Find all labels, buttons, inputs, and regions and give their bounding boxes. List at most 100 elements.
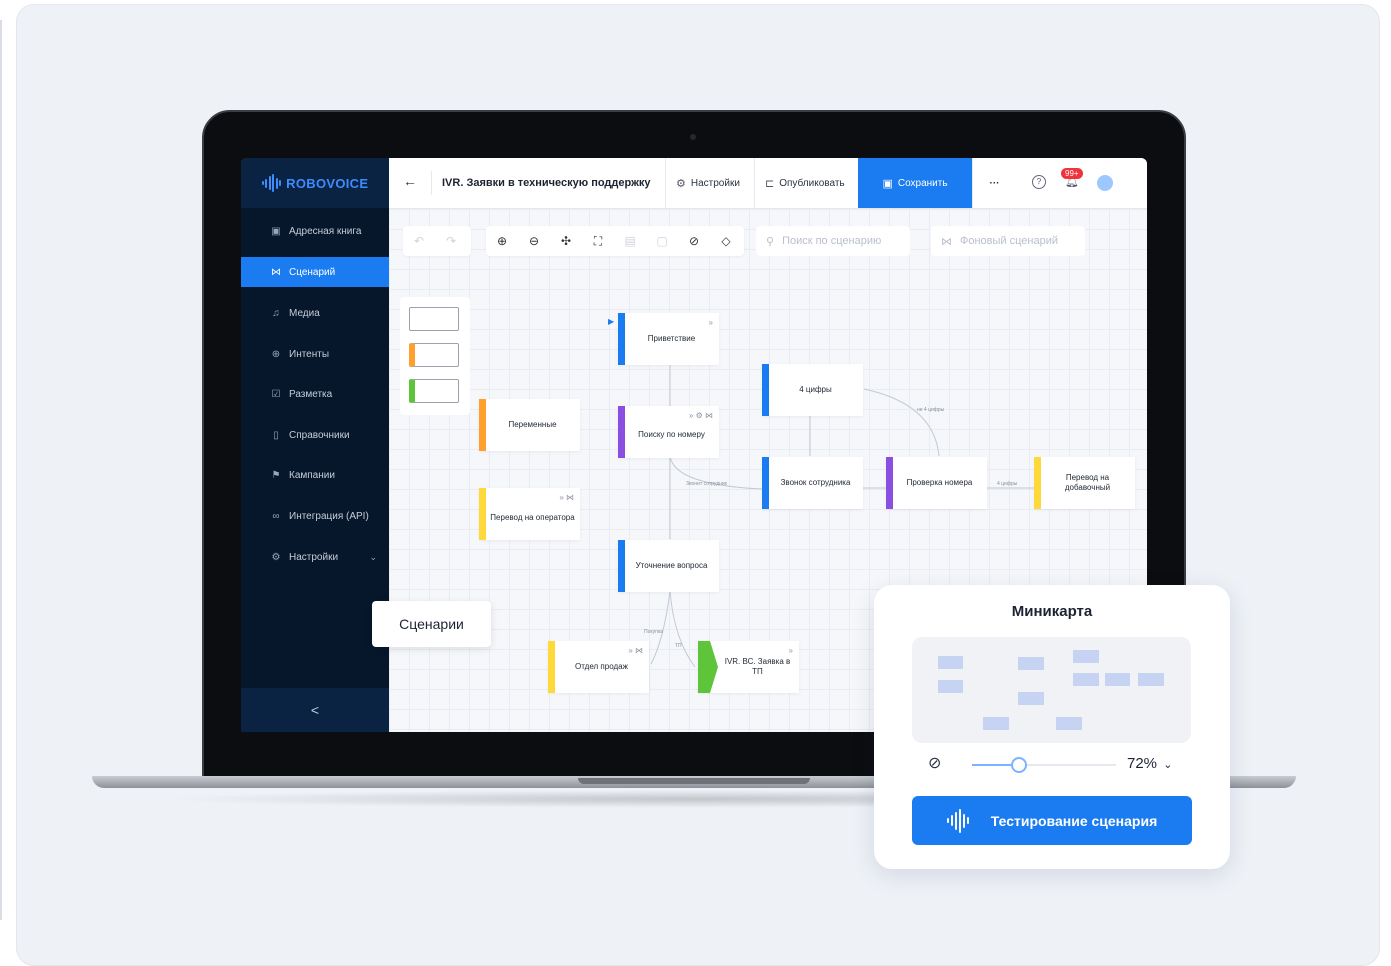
edge-label-call-employee: Звонит сотрудник <box>686 481 727 487</box>
test-scenario-label: Тестирование сценария <box>990 812 1158 829</box>
node-color-bar <box>618 406 625 458</box>
node-label: Перевод на оператора <box>490 513 575 522</box>
node-4-digits[interactable]: 4 цифры <box>762 364 863 416</box>
node-color-bar <box>618 540 625 592</box>
node-transfer-operator[interactable]: » ⋈ Перевод на оператора <box>479 488 580 540</box>
chevron-down-icon: ⌄ <box>1163 759 1173 771</box>
node-search-by-number[interactable]: » ⚙ ⋈ Поиску по номеру <box>618 406 719 458</box>
sidebar-item-label: Медиа <box>289 307 320 319</box>
node-number-check[interactable]: Проверка номера <box>886 457 987 509</box>
more-icon: ··· <box>989 177 1000 189</box>
sidebar-item-label: Интеграция (API) <box>289 510 369 522</box>
sidebar-item-markup[interactable]: ☑ Разметка <box>241 379 389 409</box>
sidebar-item-media[interactable]: ♫ Медиа <box>241 298 389 328</box>
page-edge-line <box>0 20 2 920</box>
node-actions-icon[interactable]: » ⋈ <box>559 493 574 503</box>
sidebar-item-campaigns[interactable]: ⚑ Кампании <box>241 460 389 490</box>
logo-text: ROBOVOICE <box>286 175 369 191</box>
node-variables[interactable]: Переменные <box>479 399 580 451</box>
node-actions-icon[interactable]: » ⋈ <box>628 646 643 656</box>
sound-wave-icon <box>946 808 969 833</box>
node-color-bar <box>1034 457 1041 509</box>
start-marker-icon: ▶ <box>608 317 615 326</box>
flag-icon: ⚑ <box>271 469 281 481</box>
minimap-node <box>983 717 1009 730</box>
edge-label-tp: ТП <box>675 643 682 649</box>
node-label: Звонок сотрудника <box>780 478 851 487</box>
publish-icon: ⊏ <box>765 177 775 190</box>
sidebar-item-references[interactable]: ▯ Справочники <box>241 420 389 450</box>
node-label: Переменные <box>508 420 557 429</box>
node-color-bar <box>762 364 769 416</box>
minimap-node <box>1018 657 1044 670</box>
address-book-icon: ▣ <box>271 225 281 237</box>
sidebar-item-label: Настройки <box>289 551 339 563</box>
chevron-down-icon: ⌄ <box>369 551 377 562</box>
sidebar-item-label: Справочники <box>289 429 350 441</box>
gear-icon: ⚙ <box>271 551 281 563</box>
sidebar-item-intents[interactable]: ⊕ Интенты <box>241 339 389 369</box>
zoom-value: 72% <box>1127 755 1158 772</box>
sidebar-item-scenario[interactable]: ⋈ Сценарий <box>241 257 389 287</box>
node-greeting[interactable]: » Приветствие <box>618 313 719 365</box>
minimap-title: Миникарта <box>1011 603 1093 620</box>
sidebar-item-label: Кампании <box>289 469 335 481</box>
edge-label-purchase: Покупка <box>644 629 663 635</box>
back-arrow-icon[interactable]: ← <box>403 173 417 189</box>
gear-icon: ⚙ <box>676 177 686 190</box>
sidebar-item-label: Адресная книга <box>289 225 362 237</box>
node-color-bar <box>698 641 718 693</box>
minimap-viewport[interactable] <box>912 637 1191 743</box>
node-label: Перевод на добавочный <box>1064 473 1111 492</box>
node-color-bar <box>618 313 625 365</box>
zoom-slider-handle[interactable] <box>1011 757 1028 773</box>
avatar[interactable] <box>1097 175 1113 191</box>
logo[interactable]: ROBOVOICE <box>241 158 389 208</box>
minimap-node <box>1138 673 1164 686</box>
node-sales-department[interactable]: » ⋈ Отдел продаж <box>548 641 649 693</box>
save-icon: ▣ <box>882 177 893 190</box>
settings-button[interactable]: ⚙ Настройки <box>665 158 750 208</box>
node-label: Проверка номера <box>906 478 973 487</box>
hide-minimap-icon[interactable]: ⊘ <box>928 753 941 773</box>
node-color-bar <box>886 457 893 509</box>
node-clarify-question[interactable]: Уточнение вопроса <box>618 540 719 592</box>
logo-wave-icon <box>261 174 282 192</box>
help-icon[interactable]: ? <box>1032 175 1046 189</box>
node-employee-call[interactable]: Звонок сотрудника <box>762 457 863 509</box>
node-color-bar <box>479 399 486 451</box>
collapse-label: < <box>310 702 320 718</box>
node-color-bar <box>548 641 555 693</box>
sidebar-item-label: Сценарий <box>289 266 336 278</box>
settings-label: Настройки <box>690 177 740 189</box>
minimap-card: Миникарта ⊘ 72% ⌄ Тестирование сценария <box>874 585 1230 869</box>
checkbox-icon: ☑ <box>271 388 281 400</box>
minimap-node <box>938 656 963 669</box>
node-label: Поиску по номеру <box>638 430 705 439</box>
minimap-node <box>1073 650 1099 663</box>
test-scenario-button[interactable]: Тестирование сценария <box>912 796 1192 845</box>
sidebar-item-label: Разметка <box>289 388 333 400</box>
expand-icon[interactable]: » <box>789 646 793 656</box>
edge-label-four-digits: 4 цифры <box>997 481 1018 487</box>
node-subscenario-ivr[interactable]: » IVR. ВС. Заявка в ТП <box>698 641 799 693</box>
scenario-icon: ⋈ <box>271 266 281 278</box>
zoom-select[interactable]: 72% ⌄ <box>1127 755 1172 772</box>
node-color-bar <box>762 457 769 509</box>
integration-icon: ∞ <box>272 510 280 522</box>
node-transfer-extension[interactable]: Перевод на добавочный <box>1034 457 1135 509</box>
expand-icon[interactable]: » <box>709 318 713 328</box>
more-button[interactable]: ··· <box>972 158 1016 208</box>
node-actions-icon[interactable]: » ⚙ ⋈ <box>689 411 713 421</box>
minimap-node <box>938 680 963 693</box>
laptop-camera <box>690 134 696 140</box>
sidebar-item-integration[interactable]: ∞ Интеграция (API) <box>241 501 389 531</box>
sidebar-item-address-book[interactable]: ▣ Адресная книга <box>241 216 389 246</box>
minimap-node <box>1056 717 1082 730</box>
publish-button[interactable]: ⊏ Опубликовать <box>754 158 855 208</box>
sidebar-collapse-button[interactable]: < <box>241 688 389 732</box>
save-button[interactable]: ▣ Сохранить <box>858 158 972 208</box>
notification-badge: 99+ <box>1061 168 1083 179</box>
node-label: Приветствие <box>647 334 696 343</box>
sidebar-item-settings[interactable]: ⚙ Настройки ⌄ <box>241 542 389 572</box>
